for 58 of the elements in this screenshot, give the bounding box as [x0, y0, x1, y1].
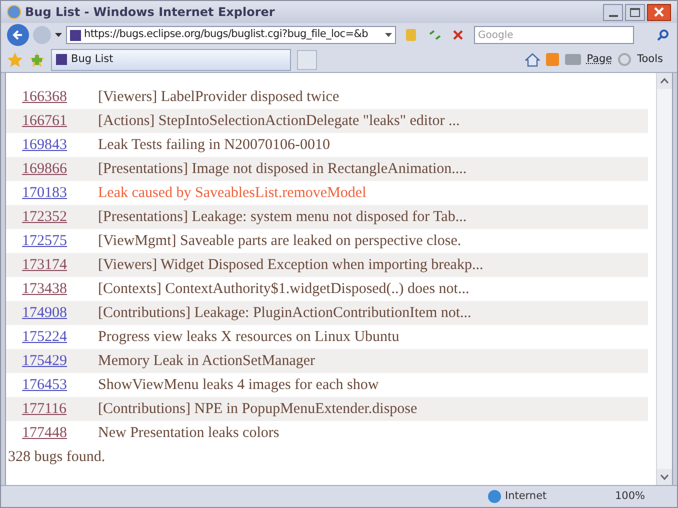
bug-id-link[interactable]: 172352 [6, 206, 98, 228]
bug-id-link[interactable]: 175429 [6, 350, 98, 372]
url-text: https://bugs.eclipse.org/bugs/buglist.cgi?bug_file_loc=&b [84, 27, 369, 42]
bug-id-link[interactable]: 174908 [6, 302, 98, 324]
window-title: Bug List - Windows Internet Explorer [25, 4, 275, 21]
bug-id-link[interactable]: 177448 [6, 422, 98, 444]
bug-summary: [Viewers] LabelProvider disposed twice [98, 88, 340, 107]
close-icon [654, 7, 664, 17]
dropdown-arrow-icon[interactable] [385, 33, 392, 37]
bug-summary: [Contributions] NPE in PopupMenuExtender.dispose [98, 400, 418, 419]
bug-id-link[interactable]: 173174 [6, 254, 98, 276]
scroll-down-icon[interactable] [657, 469, 672, 485]
bug-id-link[interactable]: 166368 [6, 86, 98, 108]
minimize-button[interactable] [603, 4, 623, 20]
bug-summary: [ViewMgmt] Saveable parts are leaked on perspective close. [98, 232, 462, 251]
bug-summary: [Contributions] Leakage: PluginActionContributionItem not... [98, 304, 472, 323]
bug-id-link[interactable]: 170183 [6, 182, 98, 204]
bug-summary: [Actions] StepIntoSelectionActionDelegate "leaks" editor ... [98, 112, 460, 131]
bug-id-link[interactable]: 169866 [6, 158, 98, 180]
bug-id-link[interactable]: 176453 [6, 374, 98, 396]
bug-id-link[interactable]: 166761 [6, 110, 98, 132]
bug-summary: Leak caused by SaveablesList.removeModel [98, 184, 366, 203]
close-button[interactable] [647, 4, 671, 20]
scrollbar[interactable] [656, 73, 672, 485]
bug-id-link[interactable]: 172575 [6, 230, 98, 252]
zoom-button[interactable]: 100% [614, 488, 645, 504]
back-button[interactable] [7, 24, 29, 46]
bug-summary: Leak Tests failing in N20070106-0010 [98, 136, 330, 155]
bug-id-link[interactable]: 173438 [6, 278, 98, 300]
tab-label: Bug List [71, 52, 114, 67]
bug-summary: [Contexts] ContextAuthority$1.widgetDisposed(..) does not... [98, 280, 470, 299]
bug-summary: [Presentations] Leakage: system menu not disposed for Tab... [98, 208, 467, 227]
plus-star-icon[interactable] [29, 52, 45, 68]
home-icon[interactable] [524, 52, 540, 66]
tools-menu[interactable]: Tools [637, 52, 663, 68]
bug-summary: [Presentations] Image not disposed in RectangleAnimation.... [98, 160, 467, 179]
bug-summary: Progress view leaks X resources on Linux Ubuntu [98, 328, 400, 347]
page-menu[interactable]: Page [586, 52, 612, 68]
address-field[interactable]: https://bugs.eclipse.org/bugs/buglist.cgi?bug_file_loc=&b [66, 26, 396, 44]
star-icon[interactable] [7, 52, 23, 68]
bug-summary: ShowViewMenu leaks 4 images for each show [98, 376, 379, 395]
bug-summary: New Presentation leaks colors [98, 424, 280, 443]
dropdown-arrow-icon[interactable] [55, 33, 62, 37]
bug-id-link[interactable]: 169843 [6, 134, 98, 156]
search-field[interactable]: Google [474, 26, 634, 44]
page-icon [70, 30, 81, 40]
bug-id-link[interactable]: 177116 [6, 398, 98, 420]
browser-tab[interactable]: Bug List [51, 48, 291, 70]
bug-summary: [Viewers] Widget Disposed Exception when importing breakp... [98, 256, 484, 275]
back-arrow-icon [12, 29, 24, 41]
maximize-button[interactable] [625, 4, 645, 20]
page-icon [56, 54, 67, 65]
scroll-up-icon[interactable] [657, 73, 672, 89]
bug-summary: Memory Leak in ActionSetManager [98, 352, 316, 371]
zone-label: Internet [504, 488, 548, 504]
search-icon[interactable] [655, 27, 671, 43]
bug-id-link[interactable]: 175224 [6, 326, 98, 348]
result-count: 328 bugs found. [7, 448, 106, 467]
